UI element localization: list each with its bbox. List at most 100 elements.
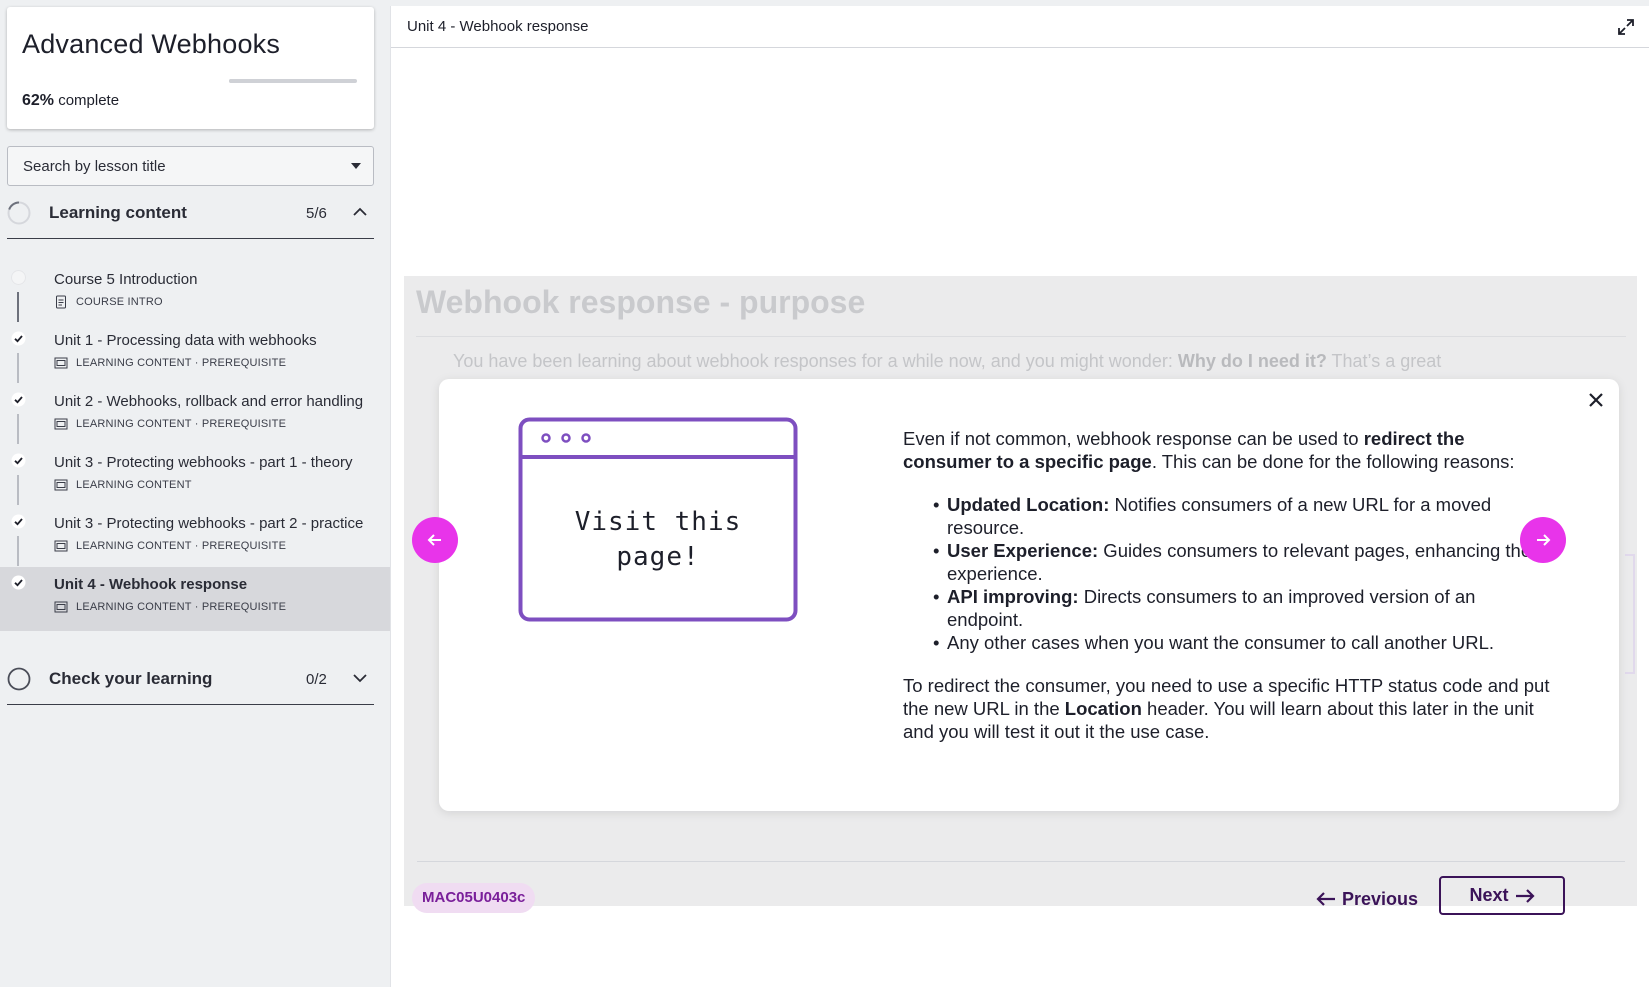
course-card: Advanced Webhooks 62% complete — [7, 7, 374, 129]
intro-text-part: You have been learning about webhook res… — [453, 351, 1178, 371]
unit-title: Unit 4 - Webhook response — [407, 18, 589, 35]
lesson-topbar: Unit 4 - Webhook response — [391, 6, 1649, 48]
intro-text-part: That’s a great — [1326, 351, 1442, 371]
check-icon — [11, 514, 26, 529]
section-check-your-learning[interactable]: Check your learning 0/2 — [7, 655, 374, 705]
lesson-type: LEARNING CONTENT — [76, 479, 192, 491]
section-count: 5/6 — [306, 205, 327, 222]
section-title: Check your learning — [49, 669, 213, 688]
lesson-connector — [17, 353, 19, 383]
lesson-item[interactable]: Course 5 Introduction COURSE INTRO — [0, 262, 390, 326]
lesson-meta: LEARNING CONTENT · PREREQUISITE — [54, 539, 286, 553]
lesson-title: Course 5 Introduction — [54, 271, 198, 288]
footer-divider — [417, 861, 1625, 862]
reason-bold: API improving: — [947, 586, 1079, 607]
check-icon — [11, 453, 26, 468]
lesson-heading: Webhook response - purpose — [416, 284, 866, 320]
reason-bold: Updated Location: — [947, 494, 1110, 515]
lesson-meta: LEARNING CONTENT · PREREQUISITE — [54, 417, 286, 431]
lesson-item[interactable]: Unit 3 - Protecting webhooks - part 2 - … — [0, 506, 390, 570]
check-icon — [11, 331, 26, 346]
previous-label: Previous — [1342, 888, 1419, 909]
carousel-prev-button[interactable] — [412, 517, 458, 563]
heading-divider — [416, 336, 1626, 337]
lesson-connector — [17, 475, 19, 505]
close-icon[interactable] — [1585, 389, 1607, 411]
carousel-next-button[interactable] — [1520, 517, 1566, 563]
course-title: Advanced Webhooks — [22, 29, 281, 59]
reason-item: User Experience: Guides consumers to rel… — [933, 539, 1553, 585]
lesson-meta: COURSE INTRO — [54, 295, 163, 309]
chevron-up-icon — [353, 207, 367, 216]
progress-text: 62% complete — [22, 92, 119, 110]
lesson-item[interactable]: Unit 1 - Processing data with webhooks L… — [0, 323, 390, 387]
reason-item: Updated Location: Notifies consumers of … — [933, 493, 1553, 539]
reason-text: Any other cases when you want the consum… — [947, 632, 1495, 653]
caret-down-icon — [351, 163, 361, 169]
slides-icon — [54, 540, 68, 552]
section-count: 0/2 — [306, 671, 327, 688]
lesson-meta: LEARNING CONTENT · PREREQUISITE — [54, 600, 286, 614]
progress-ring-icon — [7, 201, 31, 225]
lesson-title: Unit 3 - Protecting webhooks - part 1 - … — [54, 454, 353, 471]
lesson-meta: LEARNING CONTENT · PREREQUISITE — [54, 356, 286, 370]
info-modal: Visit this page! Even if not common, web… — [439, 379, 1619, 811]
empty-ring-icon — [7, 667, 31, 691]
lesson-title: Unit 4 - Webhook response — [54, 576, 248, 593]
modal-intro: Even if not common, webhook response can… — [903, 427, 1553, 473]
progress-percent: 62% — [22, 92, 55, 109]
course-sidebar: Advanced Webhooks 62% complete Search by… — [0, 0, 390, 987]
lesson-intro-text: You have been learning about webhook res… — [453, 351, 1441, 372]
lesson-type: LEARNING CONTENT · PREREQUISITE — [76, 540, 287, 552]
intro-text-bold: Why do I need it? — [1177, 351, 1327, 371]
expand-icon[interactable] — [1616, 17, 1636, 37]
lesson-type: LEARNING CONTENT · PREREQUISITE — [76, 357, 287, 369]
lesson-item[interactable]: Unit 2 - Webhooks, rollback and error ha… — [0, 384, 390, 448]
slides-icon — [54, 479, 68, 491]
next-button[interactable]: Next — [1439, 876, 1565, 915]
course-progress-fill — [229, 79, 309, 83]
document-icon — [56, 295, 66, 309]
illustration-line: Visit this — [574, 507, 742, 537]
reason-item: Any other cases when you want the consum… — [933, 631, 1553, 654]
progress-label: complete — [54, 92, 120, 109]
lesson-list: Course 5 Introduction COURSE INTRO Unit … — [0, 262, 390, 631]
arrow-left-icon — [427, 534, 441, 546]
modal-copy: Even if not common, webhook response can… — [903, 427, 1553, 763]
slides-icon — [54, 418, 68, 430]
next-label: Next — [1469, 885, 1509, 905]
reason-item: API improving: Directs consumers to an i… — [933, 585, 1553, 631]
background-card-edge — [1625, 554, 1635, 674]
arrow-right-icon — [1537, 534, 1551, 546]
lesson-connector — [17, 292, 19, 322]
lesson-item-active[interactable]: Unit 4 - Webhook response LEARNING CONTE… — [0, 567, 390, 631]
course-progress-bar — [229, 79, 357, 83]
lesson-meta: LEARNING CONTENT — [54, 478, 192, 492]
lesson-search-placeholder: Search by lesson title — [23, 158, 166, 175]
previous-button[interactable]: Previous — [1316, 880, 1418, 918]
section-title: Learning content — [49, 203, 187, 222]
lesson-item[interactable]: Unit 3 - Protecting webhooks - part 1 - … — [0, 445, 390, 509]
lesson-connector — [17, 536, 19, 566]
check-icon — [11, 575, 26, 590]
illustration-text: Visit this page! — [518, 505, 798, 575]
illustration-line: page! — [616, 542, 700, 572]
lesson-viewer: Unit 4 - Webhook response Webhook respon… — [390, 6, 1649, 987]
lesson-stage: Webhook response - purpose You have been… — [404, 276, 1637, 906]
lesson-type: COURSE INTRO — [76, 296, 163, 308]
reason-bold: User Experience: — [947, 540, 1099, 561]
lesson-search-select[interactable]: Search by lesson title — [7, 146, 374, 186]
lesson-title: Unit 3 - Protecting webhooks - part 2 - … — [54, 515, 364, 532]
chevron-down-icon — [353, 674, 367, 683]
lesson-type: LEARNING CONTENT · PREREQUISITE — [76, 601, 287, 613]
not-started-icon — [11, 270, 26, 285]
lesson-type: LEARNING CONTENT · PREREQUISITE — [76, 418, 287, 430]
reasons-list: Updated Location: Notifies consumers of … — [903, 493, 1553, 654]
slides-icon — [54, 357, 68, 369]
modal-intro-part: Even if not common, webhook response can… — [903, 428, 1364, 449]
section-learning-content[interactable]: Learning content 5/6 — [7, 189, 374, 239]
lesson-title: Unit 1 - Processing data with webhooks — [54, 332, 317, 349]
modal-outro-bold: Location — [1064, 698, 1142, 719]
modal-outro: To redirect the consumer, you need to us… — [903, 674, 1553, 743]
lesson-title: Unit 2 - Webhooks, rollback and error ha… — [54, 393, 364, 410]
